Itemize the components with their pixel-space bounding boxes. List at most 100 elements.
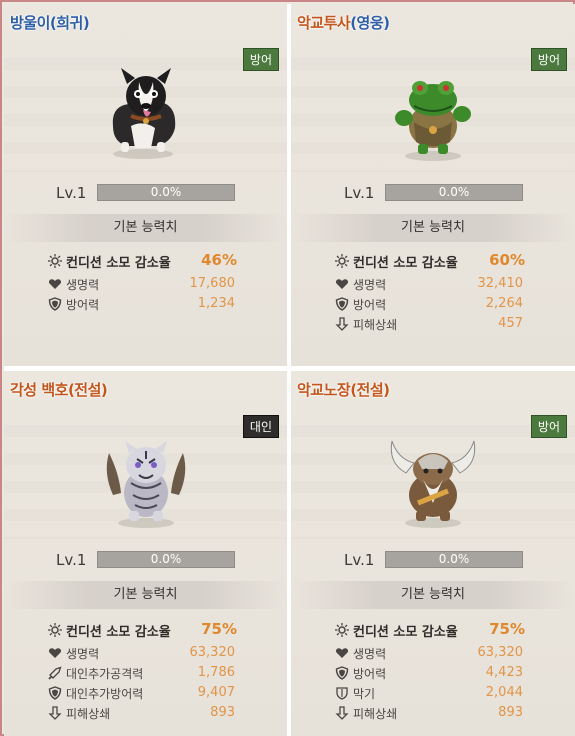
stats-list: 컨디션 소모 감소율 60% 생명력 32,410 방어력 2,264 피해상쇄… — [291, 250, 575, 334]
sword-icon — [48, 666, 62, 680]
exp-progress-bar: 0.0% — [97, 184, 235, 201]
stat-value: 2,264 — [485, 296, 523, 311]
stat-row: 컨디션 소모 감소율 75% — [4, 619, 287, 643]
exp-percent: 0.0% — [150, 552, 182, 566]
shield-icon — [335, 666, 349, 680]
stat-row: 생명력 63,320 — [4, 643, 287, 663]
heart-icon — [335, 648, 349, 658]
base-stats-header: 기본 능력치 — [4, 214, 287, 242]
base-stats-header: 기본 능력치 — [291, 214, 575, 242]
stat-value: 75% — [201, 620, 237, 638]
stat-row: 생명력 17,680 — [4, 274, 287, 294]
stat-label: 컨디션 소모 감소율 — [66, 256, 171, 271]
stat-row: 피해상쇄 457 — [291, 314, 575, 334]
stats-list: 컨디션 소모 감소율 46% 생명력 17,680 방어력 1,234 — [4, 250, 287, 314]
role-badge: 대인 — [242, 415, 279, 438]
stat-row: 방어력 2,264 — [291, 294, 575, 314]
white-tiger-pet-image — [106, 441, 185, 528]
stat-row: 생명력 63,320 — [291, 643, 575, 663]
exp-percent: 0.0% — [438, 185, 470, 199]
level-label: Lv.1 — [344, 184, 375, 202]
heart-icon — [48, 279, 62, 289]
pet-card-akgyo-fighter[interactable]: 악교투사(영웅) 방어 Lv.1 0.0% 기본 능력치 컨디션 소모 감소율 … — [291, 4, 575, 366]
stat-row: 대인추가방어력 9,407 — [4, 683, 287, 703]
sun-icon — [48, 623, 62, 637]
base-stats-header: 기본 능력치 — [291, 581, 575, 609]
pet-name: 악교투사 — [297, 14, 351, 32]
pet-card-grid: 방울이(희귀) 방어 Lv.1 0.0% 기본 능력치 컨디션 소모 감소율 4… — [0, 0, 575, 736]
dog-pet-image — [112, 68, 175, 159]
stat-value: 1,786 — [197, 665, 235, 680]
horizontal-divider — [4, 366, 575, 371]
stat-value: 63,320 — [189, 645, 236, 660]
pet-name: 악교노장 — [297, 381, 351, 399]
stat-value: 9,407 — [197, 685, 235, 700]
stat-row: 피해상쇄 893 — [4, 703, 287, 723]
stat-value: 2,044 — [485, 685, 523, 700]
pet-title: 악교투사(영웅) — [297, 12, 390, 33]
pet-card-akgyo-veteran[interactable]: 악교노장(전설) 방어 Lv.1 0.0% 기본 능력치 컨디션 소모 감소율 … — [291, 371, 575, 736]
shield-icon — [335, 297, 349, 311]
role-badge: 방어 — [242, 48, 279, 71]
stat-value: 32,410 — [477, 276, 524, 291]
stat-value: 75% — [489, 620, 525, 638]
pet-grade: (전설) — [350, 381, 390, 399]
pet-grade: (영웅) — [350, 14, 390, 32]
arrow-down-icon — [48, 706, 62, 720]
role-badge: 방어 — [530, 48, 567, 71]
stat-value: 4,423 — [485, 665, 523, 680]
exp-percent: 0.0% — [438, 552, 470, 566]
exp-progress-bar: 0.0% — [385, 184, 523, 201]
level-label: Lv.1 — [56, 551, 87, 569]
stat-label: 방어력 — [353, 667, 387, 681]
stat-value: 893 — [498, 705, 523, 720]
stat-label: 생명력 — [66, 278, 100, 292]
stat-row: 생명력 32,410 — [291, 274, 575, 294]
stat-label: 막기 — [353, 687, 376, 701]
heart-icon — [335, 279, 349, 289]
shield-icon — [48, 686, 62, 700]
stats-list: 컨디션 소모 감소율 75% 생명력 63,320 방어력 4,423 막기 2… — [291, 619, 575, 723]
heart-icon — [48, 648, 62, 658]
stat-label: 피해상쇄 — [353, 318, 398, 332]
stat-label: 생명력 — [353, 647, 387, 661]
stat-label: 컨디션 소모 감소율 — [353, 256, 458, 271]
level-label: Lv.1 — [56, 184, 87, 202]
stat-label: 대인추가방어력 — [66, 687, 144, 701]
frog-fighter-pet-image — [395, 81, 471, 161]
stat-label: 생명력 — [66, 647, 100, 661]
pet-title: 방울이(희귀) — [10, 12, 90, 33]
sun-icon — [335, 254, 349, 268]
pet-grade: (희귀) — [49, 14, 90, 32]
arrow-down-icon — [335, 317, 349, 331]
pet-card-awakened-white-tiger[interactable]: 각성 백호(전설) 대인 Lv.1 0.0% 기본 능력치 컨디션 소모 감소율… — [4, 371, 287, 736]
stat-label: 컨디션 소모 감소율 — [66, 625, 171, 640]
stat-row: 컨디션 소모 감소율 75% — [291, 619, 575, 643]
sun-icon — [48, 254, 62, 268]
stat-row: 피해상쇄 893 — [291, 703, 575, 723]
stat-row: 대인추가공격력 1,786 — [4, 663, 287, 683]
pet-title: 악교노장(전설) — [297, 379, 390, 400]
stat-label: 컨디션 소모 감소율 — [353, 625, 458, 640]
pet-card-bangul[interactable]: 방울이(희귀) 방어 Lv.1 0.0% 기본 능력치 컨디션 소모 감소율 4… — [4, 4, 287, 366]
stat-label: 피해상쇄 — [66, 707, 111, 721]
exp-percent: 0.0% — [150, 185, 182, 199]
stat-label: 생명력 — [353, 278, 387, 292]
stat-label: 방어력 — [353, 298, 387, 312]
pet-name: 방울이 — [10, 14, 50, 32]
stat-value: 17,680 — [189, 276, 236, 291]
stat-value: 46% — [201, 251, 237, 269]
stat-value: 1,234 — [197, 296, 235, 311]
exp-progress-bar: 0.0% — [97, 551, 235, 568]
stat-value: 63,320 — [477, 645, 524, 660]
arrow-down-icon — [335, 706, 349, 720]
stat-value: 60% — [489, 251, 525, 269]
shield-icon — [48, 297, 62, 311]
sun-icon — [335, 623, 349, 637]
pet-grade: (전설) — [67, 381, 108, 399]
stat-row: 막기 2,044 — [291, 683, 575, 703]
stat-value: 893 — [210, 705, 235, 720]
stat-row: 컨디션 소모 감소율 60% — [291, 250, 575, 274]
exp-progress-bar: 0.0% — [385, 551, 523, 568]
stat-row: 방어력 4,423 — [291, 663, 575, 683]
